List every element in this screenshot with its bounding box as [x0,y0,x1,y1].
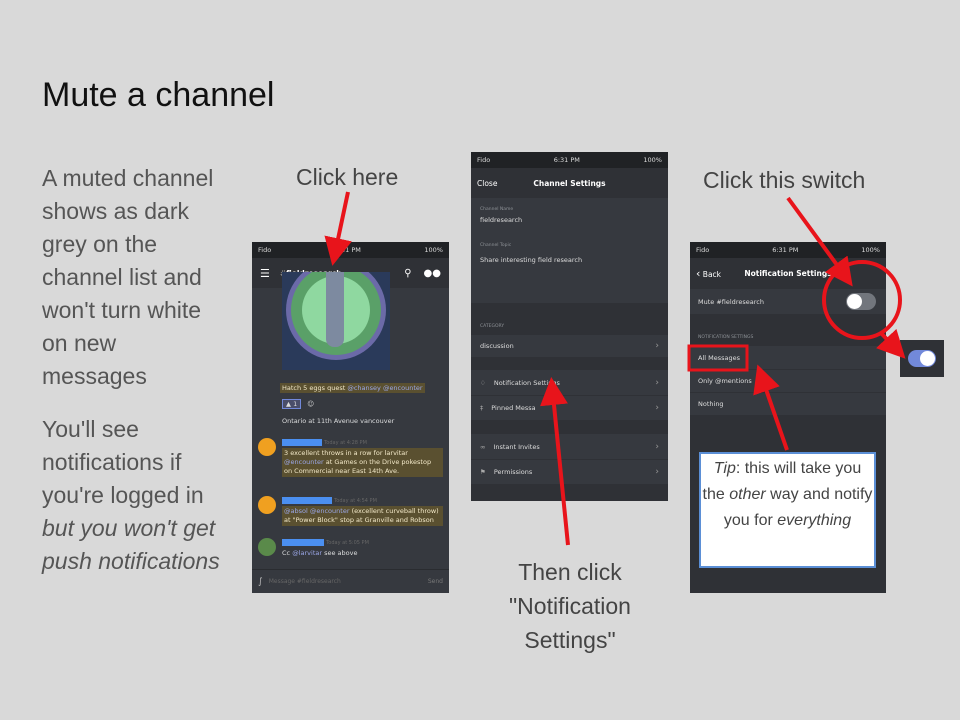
pray-reaction[interactable]: ▲ 1 [282,399,302,409]
menu-icon[interactable]: ☰ [260,267,270,280]
settings-header: Close Channel Settings [471,168,668,198]
option-all-messages[interactable]: All Messages [690,346,886,369]
callout-then-click: Then click "Notification Settings" [509,559,631,653]
message-input[interactable]: Message #fieldresearch [269,578,428,585]
avatar [258,538,276,556]
chevron-left-icon: ‹ [696,266,701,280]
status-bar: Fido 6:31 PM 100% [471,152,668,168]
tip-box: Tip: this will take you the other way an… [699,452,876,568]
callout-click-switch: Click this switch [703,167,866,193]
category-label: CATEGORY [480,324,505,329]
attachment-icon[interactable]: ∫ [258,577,263,587]
category-row[interactable]: discussion › [471,335,668,357]
message-reactions: ▲ 1 ☺ [260,399,443,409]
notification-settings-row[interactable]: ♢ Notification Settings › [471,370,668,395]
avatar [258,438,276,456]
chevron-right-icon: › [655,341,659,351]
channel-name-input[interactable]: fieldresearch [480,216,522,224]
settings-title: Channel Settings [533,178,606,188]
instant-invites-row[interactable]: ∞ Instant Invites › [471,434,668,459]
chevron-right-icon: › [655,467,659,477]
mute-row: Mute #fieldresearch [690,289,886,314]
message-ontario: Ontario at 11th Avenue vancouver [282,417,395,425]
mute-description: A muted channel shows as dark grey on th… [42,165,214,389]
chat-screenshot: Fido 6:31 PM 100% ☰ # fieldresearch ⌄ ⚲ … [252,242,449,593]
message-cc: Today at 5:05 PM Cc @larvitar see above [282,538,369,557]
page-title: Mute a channel [42,76,275,114]
status-bar: Fido 6:31 PM 100% [252,242,449,258]
send-button[interactable]: Send [428,578,443,585]
status-bar: Fido 6:31 PM 100% [690,242,886,258]
message-composer: ∫ Message #fieldresearch Send [252,569,449,593]
message-hatch: Hatch 5 eggs quest @chansey @encounter [280,383,425,393]
chevron-right-icon: › [655,441,659,452]
avatar [258,496,276,514]
bell-icon: ♢ [480,378,486,387]
add-reaction-icon[interactable]: ☺ [307,400,314,408]
toggle-on-illustration [900,340,944,377]
channel-settings-screenshot: Fido 6:31 PM 100% Close Channel Settings… [471,152,668,501]
chevron-right-icon: › [655,403,659,413]
mute-toggle[interactable] [846,293,876,310]
option-only-mentions[interactable]: Only @mentions [690,369,886,392]
message-larvitar: Today at 4:28 PM 3 excellent throws in a… [282,438,443,477]
pokestop-image [282,272,390,370]
option-nothing[interactable]: Nothing [690,392,886,415]
pinned-messages-row[interactable]: ‡ Pinned Messa › [471,395,668,420]
pin-icon: ‡ [480,404,484,412]
message-absol: Today at 4:54 PM @absol @encounter (exce… [282,496,443,526]
channel-info-block [471,198,668,303]
members-icon[interactable]: ●● [424,268,441,279]
notification-description: You'll see notifications if you're logge… [42,416,220,574]
permissions-row[interactable]: ⚑ Permissions › [471,459,668,484]
notification-header: ‹ Back Notification Settings [690,258,886,288]
flag-icon: ⚑ [480,468,486,476]
chevron-right-icon: › [655,377,659,388]
link-icon: ∞ [480,442,486,451]
channel-name-label: Channel Name [480,207,514,212]
channel-topic-label: Channel Topic [480,243,512,248]
channel-topic-input[interactable]: Share interesting field research [480,256,582,264]
toggle-on-switch [908,350,936,367]
callout-click-here: Click here [296,164,399,190]
notification-section-label: NOTIFICATION SETTINGS [698,335,754,340]
back-button[interactable]: ‹ Back [696,267,721,280]
search-icon[interactable]: ⚲ [404,268,411,279]
